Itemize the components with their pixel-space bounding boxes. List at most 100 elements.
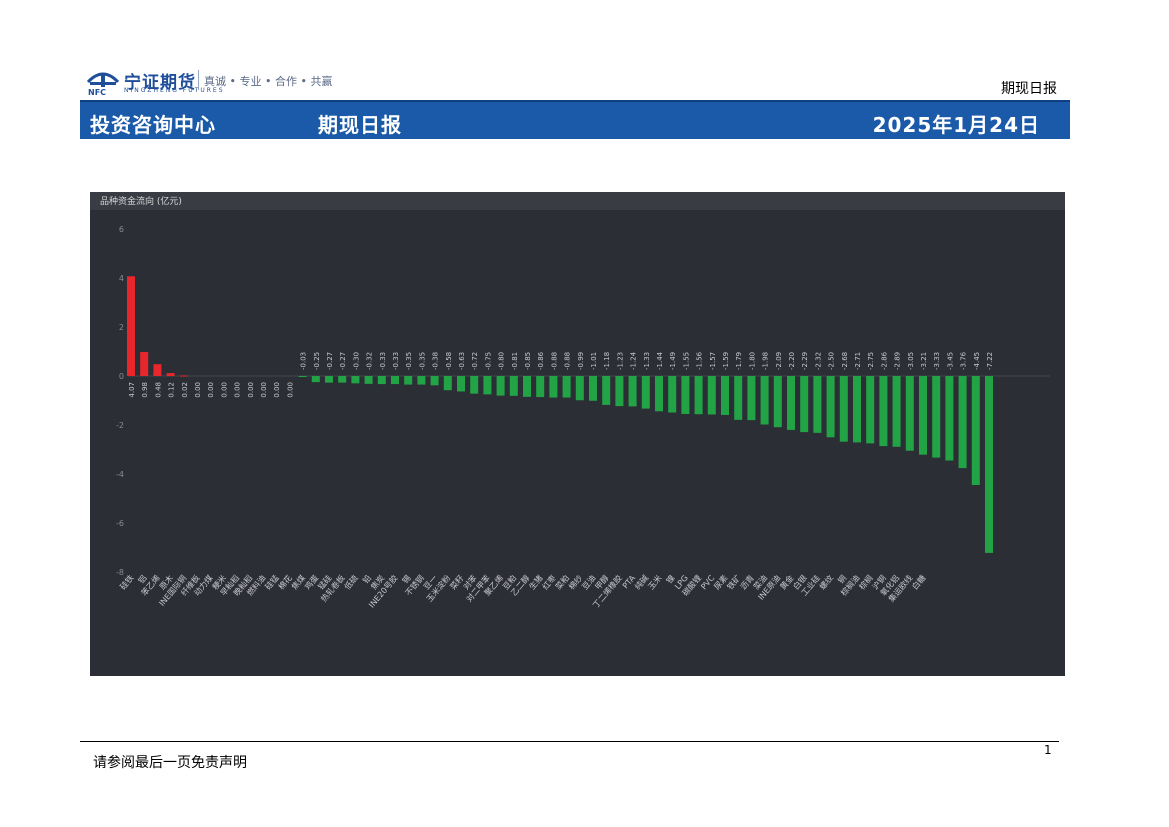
value-label: 0.48 (154, 382, 162, 398)
chart-canvas: -8-6-4-202464.07硅铁0.98铝0.48苯乙烯0.12原木0.02… (116, 225, 1050, 610)
company-logo: NFC 宁证期货 NINGZHENG FUTURES 真诚 • 专业 • 合作 … (86, 66, 336, 98)
bar (641, 376, 650, 409)
bar (127, 276, 135, 376)
y-tick-label: -8 (116, 568, 124, 577)
fund-flow-chart: 品种资金流向 (亿元) -8 -6 -4 -2 0 2 4 6 4.07 硅铁 0.98 铝 0.48 苯… (90, 192, 1065, 676)
value-label: -0.72 (471, 352, 479, 370)
value-label: -3.21 (920, 352, 928, 370)
bar (562, 376, 571, 398)
value-label: -0.33 (379, 352, 387, 370)
y-tick-label: 6 (119, 225, 124, 234)
value-label: -3.45 (946, 352, 954, 370)
bar (628, 376, 637, 407)
value-label: 0.00 (234, 382, 242, 398)
value-label: -1.98 (762, 352, 770, 370)
value-label: -7.22 (986, 352, 994, 370)
bar (483, 376, 492, 395)
bar (523, 376, 531, 397)
value-label: 0.02 (181, 382, 189, 398)
category-label: 菜粕 (553, 573, 571, 592)
value-label: -1.23 (616, 352, 624, 370)
department-title: 投资咨询中心 (90, 113, 216, 137)
bar (655, 376, 663, 412)
value-label: -2.32 (814, 352, 822, 370)
bar (391, 376, 399, 385)
bar (826, 376, 835, 438)
value-label: -2.50 (828, 352, 836, 370)
value-label: -2.29 (801, 352, 809, 370)
category-label: 尿素 (712, 573, 730, 592)
value-label: -2.09 (775, 352, 783, 370)
bar (430, 376, 439, 386)
value-label: -0.75 (484, 352, 492, 370)
value-label: 0.12 (168, 382, 176, 398)
value-label: -1.57 (709, 352, 717, 370)
bar (773, 376, 782, 428)
bar (919, 376, 927, 455)
value-label: -1.01 (590, 352, 598, 370)
value-label: -1.56 (696, 351, 704, 370)
value-label: -0.86 (537, 351, 545, 370)
value-label: -0.32 (366, 352, 374, 370)
value-label: -1.24 (630, 351, 638, 370)
category-label: 生猪 (527, 573, 545, 592)
bar (338, 376, 347, 383)
title-banner: 投资咨询中心 期现日报 2025年1月24日 (80, 100, 1070, 139)
bar (311, 376, 320, 383)
value-label: -1.33 (643, 352, 651, 370)
value-label: -2.86 (880, 351, 888, 370)
bar (879, 376, 888, 447)
category-label: 铁矿 (725, 573, 743, 592)
bar (747, 376, 756, 421)
category-label: 鸡蛋 (302, 573, 320, 592)
category-label: 硅锰 (263, 573, 281, 592)
bar (734, 376, 743, 420)
value-label: -0.33 (392, 352, 400, 370)
value-label: -3.05 (907, 352, 915, 370)
bar (945, 376, 954, 461)
bar (179, 375, 188, 377)
bar (892, 376, 901, 447)
value-label: 0.00 (207, 382, 215, 398)
y-tick-label: -4 (116, 470, 124, 479)
report-type-label: 期现日报 (1001, 81, 1057, 97)
category-label: 红枣 (540, 573, 558, 592)
value-label: -1.80 (748, 352, 756, 370)
bar (681, 376, 690, 414)
bar (971, 376, 980, 486)
y-tick-label: 0 (119, 372, 124, 381)
logo-divider (198, 70, 199, 90)
y-tick-label: -6 (116, 519, 124, 528)
value-label: -0.58 (445, 352, 453, 370)
bar (575, 376, 584, 401)
value-label: 0.00 (220, 382, 228, 398)
bar (417, 376, 426, 385)
value-label: -2.20 (788, 352, 796, 370)
value-label: -0.30 (352, 352, 360, 370)
value-label: -0.35 (405, 352, 413, 370)
y-tick-label: 2 (119, 323, 124, 332)
bar (298, 376, 307, 377)
bar (140, 351, 149, 376)
bar (958, 376, 967, 469)
category-label: 沥青 (738, 573, 756, 592)
y-tick-label: 4 (119, 274, 124, 283)
bar (166, 373, 175, 376)
value-label: -0.35 (418, 352, 426, 370)
bar (800, 376, 809, 433)
bar (615, 376, 624, 407)
value-label: -0.88 (550, 352, 558, 370)
category-label: 棕榈 (857, 573, 875, 592)
value-label: -2.75 (867, 352, 875, 370)
report-date: 2025年1月24日 (872, 113, 1040, 137)
value-label: 0.00 (194, 382, 202, 398)
bar (364, 376, 373, 384)
bar (443, 376, 452, 391)
bar (536, 376, 545, 398)
bar (377, 376, 386, 385)
value-label: 0.98 (141, 382, 149, 398)
value-label: -0.03 (300, 352, 308, 370)
bar (721, 376, 729, 415)
y-tick-label: -2 (116, 421, 124, 430)
value-label: -0.27 (339, 352, 347, 370)
